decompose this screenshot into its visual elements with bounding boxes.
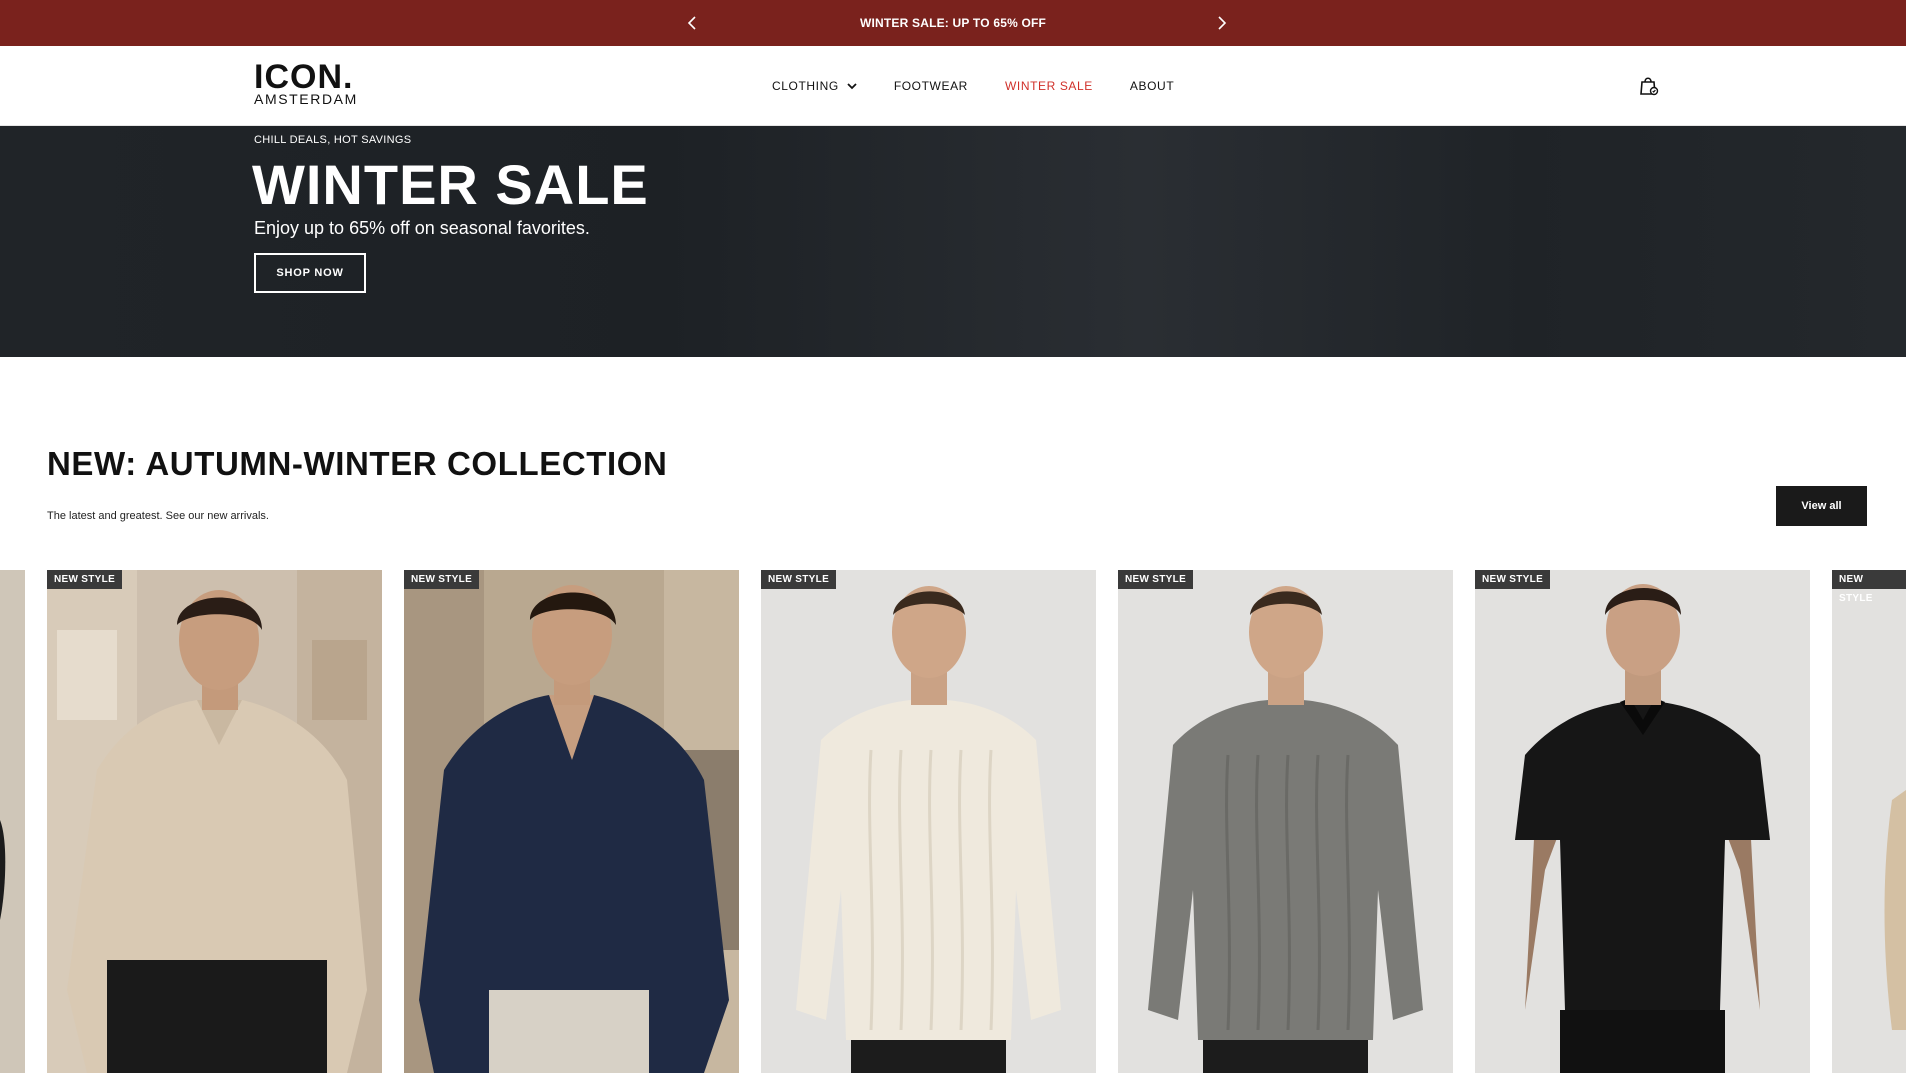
hero-banner: CHILL DEALS, HOT SAVINGS WINTER SALE Enj…	[0, 126, 1906, 357]
hero-subtitle: Enjoy up to 65% off on seasonal favorite…	[254, 218, 590, 238]
brand-logo[interactable]: ICON. AMSTERDAM	[254, 58, 374, 107]
product-image	[1118, 570, 1453, 1073]
product-card-partial-left[interactable]	[0, 570, 25, 1073]
product-card[interactable]: NEW STYLE	[47, 570, 382, 1073]
product-image	[0, 570, 25, 1073]
shopping-bag-icon	[1640, 77, 1659, 96]
announcement-prefix: WINTER SALE:	[859, 16, 953, 30]
announcement-highlight: UP TO 65% OFF	[952, 16, 1047, 30]
product-image	[1832, 570, 1906, 1073]
logo-main-text: ICON.	[254, 58, 354, 96]
chevron-right-icon	[1218, 16, 1227, 30]
logo-sub-text: AMSTERDAM	[254, 91, 358, 107]
new-style-badge: NEW STYLE	[47, 570, 123, 589]
new-style-badge: NEW STYLE	[404, 570, 480, 589]
product-card[interactable]: NEW STYLE	[1118, 570, 1453, 1073]
new-style-badge: NEW STYLE	[1118, 570, 1194, 589]
collection-description: The latest and greatest. See our new arr…	[47, 510, 269, 522]
view-all-button[interactable]: View all	[1776, 486, 1867, 526]
nav-item-label: CLOTHING	[772, 79, 839, 93]
product-image	[47, 570, 382, 1073]
hero-title: WINTER SALE	[252, 153, 649, 216]
new-style-badge: NEW STYLE	[761, 570, 837, 589]
product-card[interactable]: NEW STYLE	[1475, 570, 1810, 1073]
nav-item-winter-sale[interactable]: WINTER SALE	[1005, 79, 1093, 93]
nav-item-label: ABOUT	[1129, 79, 1175, 93]
site-header: ICON. AMSTERDAM CLOTHING FOOTWEAR WINTER…	[0, 46, 1906, 126]
announcement-text[interactable]: WINTER SALE: UP TO 65% OFF	[0, 0, 1906, 46]
announcement-bar: WINTER SALE: UP TO 65% OFF	[0, 0, 1906, 46]
product-card[interactable]: NEW STYLE	[761, 570, 1096, 1073]
product-image	[1475, 570, 1810, 1073]
cart-button[interactable]	[1638, 74, 1660, 98]
shop-now-button[interactable]: SHOP NOW	[254, 253, 366, 293]
new-style-badge: NEW STYLE	[1475, 570, 1551, 589]
announcement-next-button[interactable]	[1209, 11, 1233, 35]
nav-item-clothing[interactable]: CLOTHING	[772, 79, 857, 93]
product-image	[761, 570, 1096, 1073]
nav-item-label: WINTER SALE	[1004, 79, 1093, 93]
nav-item-footwear[interactable]: FOOTWEAR	[894, 79, 968, 93]
chevron-down-icon	[847, 83, 857, 90]
main-nav: CLOTHING FOOTWEAR WINTER SALE ABOUT	[772, 46, 1174, 126]
product-card[interactable]: NEW STYLE	[404, 570, 739, 1073]
nav-item-about[interactable]: ABOUT	[1130, 79, 1174, 93]
nav-item-label: FOOTWEAR	[893, 79, 968, 93]
collection-title: NEW: AUTUMN-WINTER COLLECTION	[47, 445, 668, 482]
new-style-badge: NEW STYLE	[1832, 570, 1906, 604]
hero-eyebrow: CHILL DEALS, HOT SAVINGS	[254, 134, 412, 146]
product-card-partial-right[interactable]: NEW STYLE	[1832, 570, 1906, 1073]
product-image	[404, 570, 739, 1073]
